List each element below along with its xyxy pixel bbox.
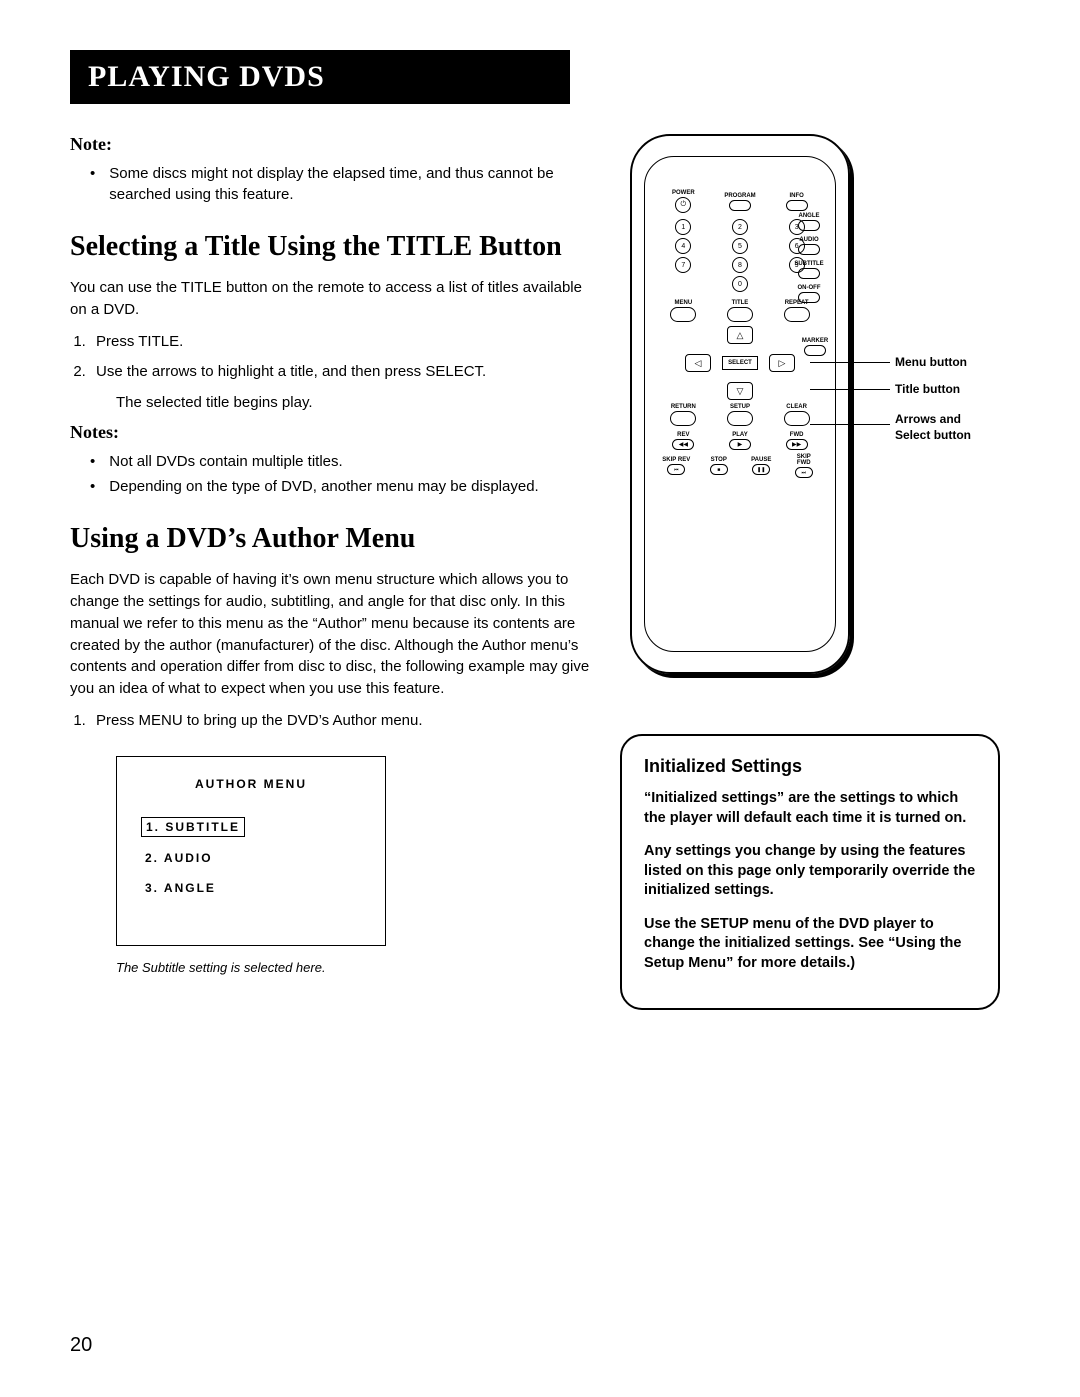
page-number: 20 <box>70 1334 92 1357</box>
num-button: 0 <box>732 276 748 292</box>
body-text: You can use the TITLE button on the remo… <box>70 277 590 321</box>
return-button-icon <box>670 411 696 426</box>
onoff-label: ON-OFF <box>798 285 821 291</box>
section-header: PLAYING DVDS <box>70 50 570 104</box>
pause-label: PAUSE <box>751 457 771 463</box>
info-paragraph: Any settings you change by using the fea… <box>644 842 976 901</box>
marker-label: MARKER <box>802 338 828 344</box>
note-item: Depending on the type of DVD, another me… <box>90 476 590 497</box>
note-heading: Note: <box>70 134 590 155</box>
num-button: 5 <box>732 238 748 254</box>
note-item: Not all DVDs contain multiple titles. <box>90 451 590 472</box>
return-label: RETURN <box>671 404 696 410</box>
num-button: 7 <box>675 257 691 273</box>
dpad: △ ▽ ◁ ▷ SELECT MARKER <box>685 328 795 398</box>
rev-button-icon: ◀◀ <box>672 439 694 450</box>
fwd-button-icon: ▶▶ <box>786 439 808 450</box>
menu-label: MENU <box>674 300 692 306</box>
arrow-right-icon: ▷ <box>769 354 795 372</box>
note-text: Some discs might not display the elapsed… <box>109 163 590 205</box>
clear-label: CLEAR <box>786 404 807 410</box>
body-text: Each DVD is capable of having it’s own m… <box>70 569 590 700</box>
title-label: TITLE <box>732 300 749 306</box>
pause-button-icon: ❚❚ <box>752 464 770 475</box>
steps-list: Press TITLE. Use the arrows to highlight… <box>90 331 590 384</box>
steps-list: Press MENU to bring up the DVD’s Author … <box>90 710 590 733</box>
info-paragraph: “Initialized settings” are the settings … <box>644 789 976 828</box>
num-button: 1 <box>675 219 691 235</box>
notes-heading: Notes: <box>70 422 590 443</box>
power-label: POWER <box>672 190 695 196</box>
callout-menu: Menu button <box>895 355 967 371</box>
info-label: INFO <box>789 193 803 199</box>
num-button: 2 <box>732 219 748 235</box>
section-title: Using a DVD’s Author Menu <box>70 523 590 555</box>
arrow-down-icon: ▽ <box>727 382 753 400</box>
stop-button-icon: ■ <box>710 464 728 475</box>
note-text: Depending on the type of DVD, another me… <box>109 476 538 497</box>
subtitle-button-icon <box>798 268 820 279</box>
callout-line <box>810 424 890 425</box>
audio-label: AUDIO <box>799 237 818 243</box>
author-menu-item-selected: 1. SUBTITLE <box>141 817 245 837</box>
callout-arrows: Arrows and Select button <box>895 412 995 443</box>
skipfwd-label: SKIP FWD <box>790 454 818 466</box>
diagram-caption: The Subtitle setting is selected here. <box>116 960 590 975</box>
callout-line <box>810 362 890 363</box>
rev-label: REV <box>677 432 689 438</box>
step-result: The selected title begins play. <box>116 392 590 415</box>
audio-button-icon <box>798 244 820 255</box>
author-menu-item: 2. AUDIO <box>141 849 217 867</box>
right-column: POWER⏻ PROGRAM INFO 1 2 3 4 5 6 7 8 <box>620 134 1000 1010</box>
repeat-button-icon <box>784 307 810 322</box>
arrow-left-icon: ◁ <box>685 354 711 372</box>
program-button-icon <box>729 200 751 211</box>
info-paragraph: Use the SETUP menu of the DVD player to … <box>644 915 976 974</box>
marker-button-icon <box>804 345 826 356</box>
power-button-icon: ⏻ <box>675 197 691 213</box>
callout-title: Title button <box>895 382 960 398</box>
play-button-icon: ▶ <box>729 439 751 450</box>
info-box: Initialized Settings “Initialized settin… <box>620 734 1000 1010</box>
step: Use the arrows to highlight a title, and… <box>90 361 590 384</box>
left-column: Note: Some discs might not display the e… <box>70 134 590 1010</box>
angle-button-icon <box>798 220 820 231</box>
remote-diagram: POWER⏻ PROGRAM INFO 1 2 3 4 5 6 7 8 <box>630 134 850 674</box>
fwd-label: FWD <box>790 432 804 438</box>
play-label: PLAY <box>732 432 747 438</box>
arrow-up-icon: △ <box>727 326 753 344</box>
callout-line <box>810 389 890 390</box>
author-menu-item: 3. ANGLE <box>141 879 220 897</box>
note-text: Not all DVDs contain multiple titles. <box>109 451 342 472</box>
setup-label: SETUP <box>730 404 750 410</box>
onoff-button-icon <box>798 292 820 303</box>
setup-button-icon <box>727 411 753 426</box>
num-button: 8 <box>732 257 748 273</box>
angle-label: ANGLE <box>799 213 820 219</box>
num-button: 4 <box>675 238 691 254</box>
author-menu-title: AUTHOR MENU <box>141 777 361 791</box>
skiprev-label: SKIP REV <box>662 457 690 463</box>
subtitle-label: SUBTITLE <box>794 261 823 267</box>
title-button-icon <box>727 307 753 322</box>
step: Press TITLE. <box>90 331 590 354</box>
note-item: Some discs might not display the elapsed… <box>90 163 590 205</box>
clear-button-icon <box>784 411 810 426</box>
select-button-icon: SELECT <box>722 356 758 370</box>
info-button-icon <box>786 200 808 211</box>
info-heading: Initialized Settings <box>644 756 976 777</box>
skipfwd-button-icon: ⏭ <box>795 467 813 478</box>
section-title: Selecting a Title Using the TITLE Button <box>70 231 590 263</box>
stop-label: STOP <box>711 457 727 463</box>
author-menu-diagram: AUTHOR MENU 1. SUBTITLE 2. AUDIO 3. ANGL… <box>116 756 386 946</box>
step: Press MENU to bring up the DVD’s Author … <box>90 710 590 733</box>
program-label: PROGRAM <box>724 193 755 199</box>
menu-button-icon <box>670 307 696 322</box>
skiprev-button-icon: ⏮ <box>667 464 685 475</box>
